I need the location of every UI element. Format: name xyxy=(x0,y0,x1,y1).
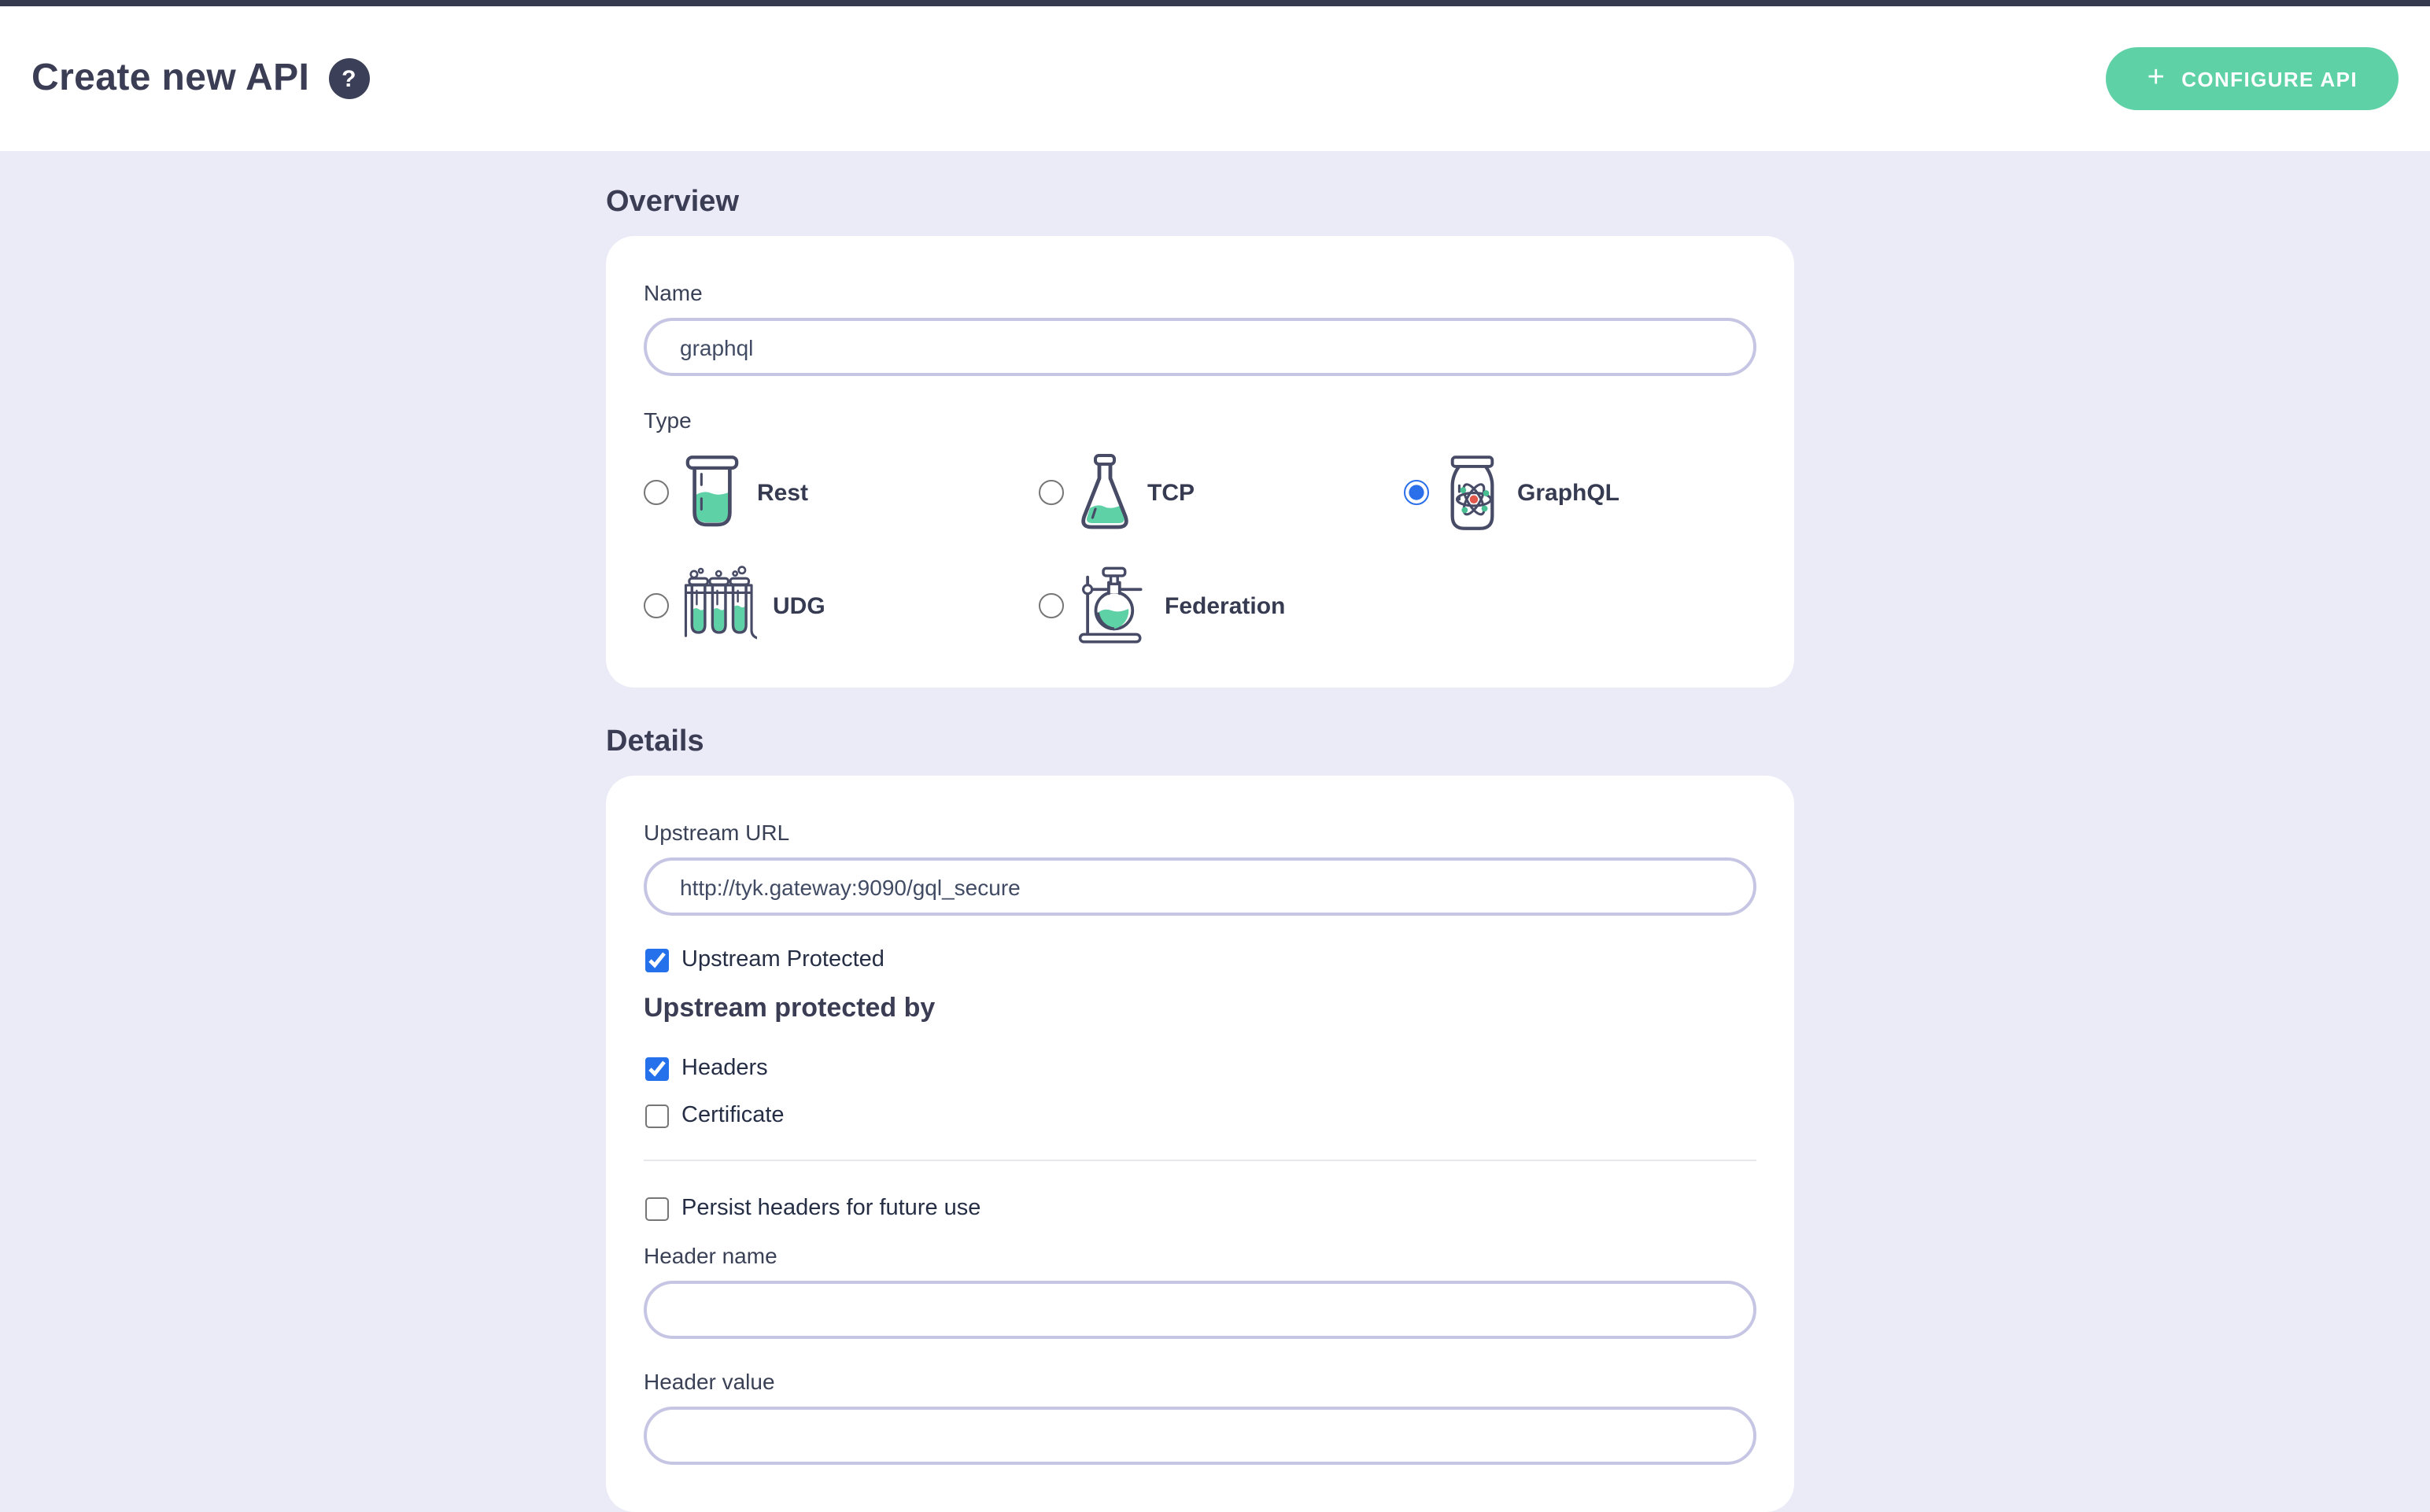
plus-icon: + xyxy=(2147,62,2166,92)
name-label: Name xyxy=(644,280,1756,305)
details-section-title: Details xyxy=(606,725,1794,760)
type-option-label: Rest xyxy=(757,479,808,506)
overview-card: Name Type xyxy=(606,236,1794,688)
type-label: Type xyxy=(644,408,1756,433)
details-card: Upstream URL Upstream Protected Upstream… xyxy=(606,776,1794,1512)
type-option-label: GraphQL xyxy=(1517,479,1619,506)
type-radio-group: Rest TCP xyxy=(644,436,1756,662)
tcp-radio[interactable] xyxy=(1039,480,1064,505)
type-option-label: UDG xyxy=(773,592,825,619)
overview-section-title: Overview xyxy=(606,186,1794,220)
headers-checkbox-row[interactable]: Headers xyxy=(644,1056,1756,1081)
certificate-checkbox[interactable] xyxy=(645,1104,669,1127)
type-option-graphql[interactable]: GraphQL xyxy=(1404,436,1756,549)
top-accent-bar xyxy=(0,0,2430,6)
atom-jar-icon xyxy=(1443,454,1501,531)
erlenmeyer-flask-icon xyxy=(1078,453,1132,532)
type-option-rest[interactable]: Rest xyxy=(644,436,1039,549)
header-name-input[interactable] xyxy=(644,1281,1756,1339)
persist-headers-label: Persist headers for future use xyxy=(681,1196,980,1221)
upstream-url-input[interactable] xyxy=(644,857,1756,916)
page-content: Overview Name Type xyxy=(0,151,2430,1512)
upstream-protected-by-title: Upstream protected by xyxy=(644,993,1756,1024)
beaker-icon xyxy=(683,453,741,532)
page-title: Create new API xyxy=(31,57,309,101)
configure-api-button[interactable]: + CONFIGURE API xyxy=(2107,47,2399,110)
federation-radio[interactable] xyxy=(1039,593,1064,618)
type-option-udg[interactable]: UDG xyxy=(644,549,1039,662)
upstream-protected-checkbox-row[interactable]: Upstream Protected xyxy=(644,947,1756,972)
header-value-label: Header value xyxy=(644,1369,1756,1394)
headers-checkbox[interactable] xyxy=(645,1057,669,1080)
name-input[interactable] xyxy=(644,318,1756,376)
header-name-label: Header name xyxy=(644,1243,1756,1268)
upstream-protected-label: Upstream Protected xyxy=(681,947,884,972)
header-value-input[interactable] xyxy=(644,1407,1756,1465)
create-new-api-page: Create new API ? + CONFIGURE API Overvie… xyxy=(0,0,2430,1509)
help-icon[interactable]: ? xyxy=(328,58,369,99)
graphql-radio[interactable] xyxy=(1404,480,1429,505)
type-option-federation[interactable]: Federation xyxy=(1039,549,1404,662)
certificate-checkbox-row[interactable]: Certificate xyxy=(644,1103,1756,1128)
upstream-protected-checkbox[interactable] xyxy=(645,948,669,972)
page-header: Create new API ? + CONFIGURE API xyxy=(0,6,2430,151)
divider xyxy=(644,1160,1756,1161)
rest-radio[interactable] xyxy=(644,480,669,505)
test-tube-rack-icon xyxy=(683,563,757,648)
certificate-label: Certificate xyxy=(681,1103,785,1128)
type-option-label: TCP xyxy=(1147,479,1195,506)
persist-headers-checkbox-row[interactable]: Persist headers for future use xyxy=(644,1196,1756,1221)
persist-headers-checkbox[interactable] xyxy=(645,1197,669,1220)
configure-api-button-label: CONFIGURE API xyxy=(2181,67,2358,90)
round-flask-stand-icon xyxy=(1078,562,1149,650)
udg-radio[interactable] xyxy=(644,593,669,618)
headers-label: Headers xyxy=(681,1056,768,1081)
upstream-url-label: Upstream URL xyxy=(644,820,1756,845)
type-option-tcp[interactable]: TCP xyxy=(1039,436,1404,549)
type-option-label: Federation xyxy=(1165,592,1285,619)
